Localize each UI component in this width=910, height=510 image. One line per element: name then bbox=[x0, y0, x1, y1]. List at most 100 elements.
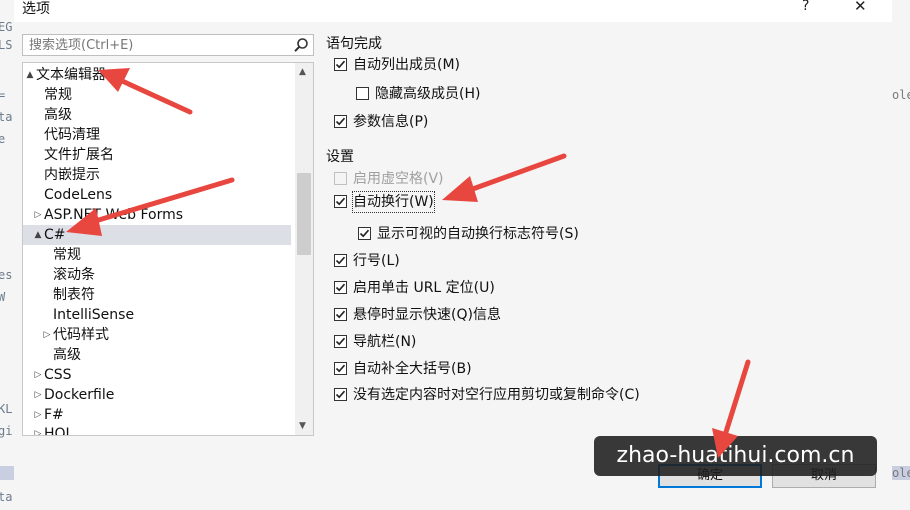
checkbox[interactable] bbox=[358, 227, 371, 240]
checkbox[interactable] bbox=[334, 388, 347, 401]
background-editor-right: ole ole bbox=[889, 0, 910, 510]
checkbox-label: 参数信息(P) bbox=[353, 114, 429, 130]
options-tree: ▲ 文本编辑器 常规 高级 代码清理 文件扩展名 内嵌提示 CodeLens ▷… bbox=[22, 62, 314, 436]
checkbox[interactable] bbox=[334, 254, 347, 267]
checkbox[interactable] bbox=[334, 172, 347, 185]
checkbox-label: 自动列出成员(M) bbox=[353, 57, 461, 73]
checkbox[interactable] bbox=[334, 335, 347, 348]
checkbox-label: 行号(L) bbox=[353, 253, 400, 269]
code-fragment: = bbox=[0, 88, 5, 102]
tree-item-inline-hints[interactable]: 内嵌提示 bbox=[23, 165, 291, 185]
tree-item-css[interactable]: ▷ CSS bbox=[23, 365, 291, 385]
tree-item-file-extension[interactable]: 文件扩展名 bbox=[23, 145, 291, 165]
code-fragment: e bbox=[0, 132, 5, 146]
checkmark-icon bbox=[335, 337, 346, 346]
code-fragment: gi bbox=[0, 424, 13, 438]
tree-item-code-cleanup[interactable]: 代码清理 bbox=[23, 125, 291, 145]
code-fragment: ta bbox=[0, 490, 13, 504]
tree-item-label: 滚动条 bbox=[53, 267, 95, 283]
checkbox-label: 导航栏(N) bbox=[353, 334, 417, 350]
tree-item-text-editor[interactable]: ▲ 文本编辑器 bbox=[23, 65, 291, 85]
tree-item-label: 常规 bbox=[44, 87, 72, 103]
tree-item-advanced[interactable]: 高级 bbox=[23, 105, 291, 125]
tree-item-fsharp[interactable]: ▷ F# bbox=[23, 405, 291, 425]
close-button[interactable]: ✕ bbox=[854, 0, 867, 15]
tree-item-intellisense[interactable]: IntelliSense bbox=[23, 305, 291, 325]
expand-icon[interactable]: ▷ bbox=[33, 385, 43, 405]
expand-icon[interactable]: ▷ bbox=[33, 365, 43, 385]
scroll-up-icon[interactable]: ▲ bbox=[299, 67, 306, 77]
code-fragment: ole bbox=[892, 466, 910, 480]
tree-item-label: 高级 bbox=[44, 107, 72, 123]
checkbox[interactable] bbox=[334, 362, 347, 375]
tree-item-label: CSS bbox=[44, 367, 72, 383]
checkmark-icon bbox=[335, 390, 346, 399]
checkbox-label: 自动补全大括号(B) bbox=[353, 361, 472, 377]
tree-item-label: IntelliSense bbox=[53, 307, 135, 323]
code-fragment: KL bbox=[0, 402, 13, 416]
tree-item-label: 文件扩展名 bbox=[44, 147, 114, 163]
search-icon[interactable] bbox=[293, 37, 309, 53]
tree-item-label: C# bbox=[44, 227, 66, 243]
tree-item-label: 代码样式 bbox=[53, 327, 109, 343]
tree-item-csharp-advanced[interactable]: 高级 bbox=[23, 345, 291, 365]
search-box bbox=[22, 34, 314, 56]
scrollbar-thumb[interactable] bbox=[297, 173, 311, 255]
checkbox-label: 没有选定内容时对空行应用剪切或复制命令(C) bbox=[353, 387, 640, 403]
settings-heading: 设置 bbox=[326, 149, 354, 165]
expand-icon[interactable]: ▷ bbox=[33, 405, 43, 425]
code-fragment: ta bbox=[0, 110, 13, 124]
checkbox-label: 启用虚空格(V) bbox=[353, 171, 444, 187]
tree-item-codelens[interactable]: CodeLens bbox=[23, 185, 291, 205]
tree-item-label: F# bbox=[44, 407, 64, 423]
tree-item-csharp[interactable]: ▲ C# bbox=[23, 225, 291, 245]
tree-item-hql[interactable]: ▷ HQL bbox=[23, 424, 291, 435]
checkbox[interactable] bbox=[334, 58, 347, 71]
tree-item-tabs[interactable]: 制表符 bbox=[23, 285, 291, 305]
checkmark-icon bbox=[359, 229, 370, 238]
search-input[interactable] bbox=[23, 35, 289, 55]
checkbox[interactable] bbox=[356, 87, 369, 100]
tree-item-dockerfile[interactable]: ▷ Dockerfile bbox=[23, 385, 291, 405]
checkbox[interactable] bbox=[334, 281, 347, 294]
tree-scrollbar[interactable]: ▲ ▼ bbox=[295, 63, 313, 435]
checkmark-icon bbox=[335, 310, 346, 319]
tree-item-aspnet-webforms[interactable]: ▷ ASP.NET Web Forms bbox=[23, 205, 291, 225]
checkmark-icon bbox=[335, 197, 346, 206]
title-bar: 选项 ? ✕ bbox=[14, 0, 892, 22]
checkmark-icon bbox=[335, 117, 346, 126]
statement-completion-heading: 语句完成 bbox=[326, 36, 382, 52]
tree-item-general[interactable]: 常规 bbox=[23, 85, 291, 105]
checkbox[interactable] bbox=[334, 115, 347, 128]
tree-item-scrollbars[interactable]: 滚动条 bbox=[23, 265, 291, 285]
checkbox[interactable] bbox=[334, 308, 347, 321]
checkbox[interactable] bbox=[334, 195, 347, 208]
collapse-icon[interactable]: ▲ bbox=[33, 225, 43, 245]
tree-item-csharp-general[interactable]: 常规 bbox=[23, 245, 291, 265]
checkmark-icon bbox=[335, 256, 346, 265]
expand-icon[interactable]: ▷ bbox=[33, 205, 43, 225]
code-fragment: es bbox=[0, 268, 13, 282]
tree-item-label: Dockerfile bbox=[44, 387, 115, 403]
checkmark-icon bbox=[335, 283, 346, 292]
code-fragment: EG bbox=[0, 20, 13, 34]
expand-icon[interactable]: ▷ bbox=[42, 325, 52, 345]
code-fragment: ole bbox=[892, 88, 910, 102]
expand-icon[interactable]: ▷ bbox=[33, 424, 43, 435]
tree-item-label: 常规 bbox=[53, 247, 81, 263]
tree-item-label: 内嵌提示 bbox=[44, 167, 100, 183]
dialog-title: 选项 bbox=[22, 1, 50, 17]
checkbox-label: 显示可视的自动换行标志符号(S) bbox=[377, 226, 579, 242]
code-fragment: LS bbox=[0, 38, 13, 52]
tree-item-label: CodeLens bbox=[44, 187, 113, 203]
help-button[interactable]: ? bbox=[802, 0, 809, 14]
tree-item-label: 制表符 bbox=[53, 287, 95, 303]
watermark: zhao-huatihui.com.cn bbox=[594, 436, 877, 476]
checkbox-label: 隐藏高级成员(H) bbox=[375, 86, 481, 102]
tree-item-code-style[interactable]: ▷ 代码样式 bbox=[23, 325, 291, 345]
checkbox-label: 悬停时显示快速(Q)信息 bbox=[353, 307, 501, 323]
checkbox-label: 自动换行(W) bbox=[352, 191, 435, 213]
tree-item-label: 代码清理 bbox=[44, 127, 100, 143]
collapse-icon[interactable]: ▲ bbox=[25, 65, 35, 85]
scroll-down-icon[interactable]: ▼ bbox=[299, 421, 306, 431]
